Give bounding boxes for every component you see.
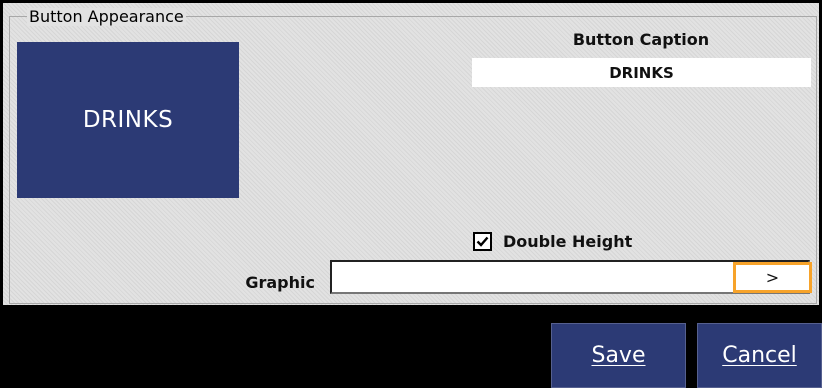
button-caption-input[interactable] — [472, 58, 811, 87]
graphic-label: Graphic — [245, 273, 315, 292]
graphic-browse-button[interactable]: > — [733, 262, 812, 293]
group-legend: Button Appearance — [27, 7, 186, 26]
checkmark-icon — [476, 236, 489, 247]
button-preview-text: DRINKS — [82, 107, 174, 133]
save-button-label: Save — [591, 343, 646, 368]
double-height-toggle[interactable]: Double Height — [473, 230, 632, 252]
double-height-label: Double Height — [503, 231, 633, 251]
browse-button-label: > — [765, 268, 780, 287]
double-height-checkbox[interactable] — [473, 231, 492, 251]
cancel-button-label: Cancel — [722, 343, 797, 368]
button-caption-label: Button Caption — [572, 30, 710, 49]
cancel-button[interactable]: Cancel — [697, 323, 822, 388]
save-button[interactable]: Save — [551, 323, 686, 388]
button-preview: DRINKS — [17, 42, 239, 198]
